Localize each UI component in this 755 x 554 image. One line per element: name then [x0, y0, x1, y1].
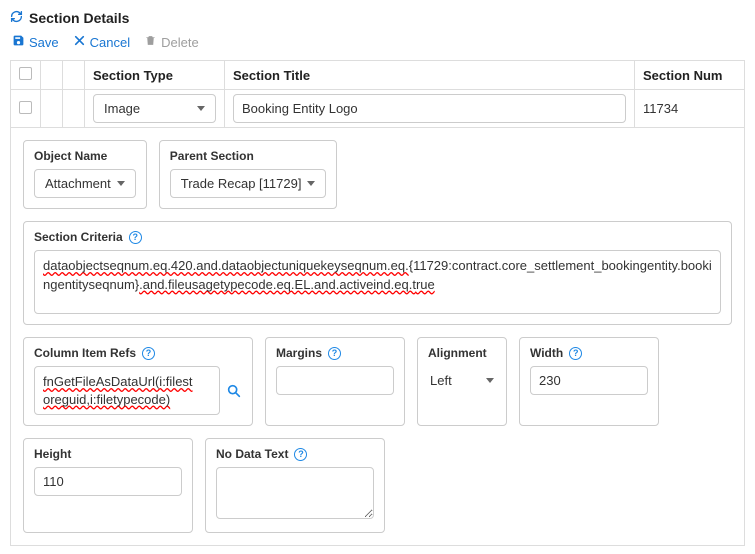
refresh-icon[interactable] [10, 10, 23, 26]
page-title: Section Details [29, 10, 129, 26]
table-row: Image 11734 [11, 90, 745, 128]
no-data-text-textarea[interactable] [216, 467, 374, 519]
object-name-label: Object Name [34, 149, 136, 163]
chevron-down-icon [307, 181, 315, 186]
parent-section-dropdown[interactable]: Trade Recap [11729] [170, 169, 327, 198]
section-num-value: 11734 [635, 90, 745, 128]
alignment-label: Alignment [428, 346, 496, 360]
width-input[interactable] [530, 366, 648, 395]
section-criteria-label: Section Criteria [34, 230, 123, 244]
section-table: Section Type Section Title Section Num I… [10, 60, 745, 128]
width-label: Width [530, 346, 563, 360]
no-data-text-label: No Data Text [216, 447, 288, 461]
chevron-down-icon [197, 106, 205, 111]
no-data-text-field: No Data Text ? [205, 438, 385, 533]
spacer-col [63, 61, 85, 90]
row-checkbox[interactable] [19, 101, 32, 114]
section-type-value: Image [104, 101, 140, 116]
help-icon[interactable]: ? [142, 347, 155, 360]
column-item-refs-label: Column Item Refs [34, 346, 136, 360]
trash-icon [144, 34, 157, 50]
chevron-down-icon [117, 181, 125, 186]
width-field: Width ? [519, 337, 659, 426]
save-label: Save [29, 35, 59, 50]
help-icon[interactable]: ? [569, 347, 582, 360]
height-input[interactable] [34, 467, 182, 496]
help-icon[interactable]: ? [129, 231, 142, 244]
delete-button[interactable]: Delete [144, 34, 199, 50]
spacer-col [41, 61, 63, 90]
section-criteria-field: Section Criteria ? dataobjectseqnum.eq.4… [23, 221, 732, 325]
object-name-field: Object Name Attachment [23, 140, 147, 209]
close-icon [73, 34, 86, 50]
table-header-row: Section Type Section Title Section Num [11, 61, 745, 90]
object-name-dropdown[interactable]: Attachment [34, 169, 136, 198]
help-icon[interactable]: ? [328, 347, 341, 360]
object-name-value: Attachment [45, 176, 111, 191]
save-button[interactable]: Save [12, 34, 59, 50]
margins-input[interactable] [276, 366, 394, 395]
height-field: Height [23, 438, 193, 533]
margins-label: Margins [276, 346, 322, 360]
alignment-value: Left [430, 373, 452, 388]
cancel-button[interactable]: Cancel [73, 34, 130, 50]
parent-section-field: Parent Section Trade Recap [11729] [159, 140, 338, 209]
col-section-type: Section Type [85, 61, 225, 90]
cancel-label: Cancel [90, 35, 130, 50]
select-all-checkbox[interactable] [19, 67, 32, 80]
detail-panel: Object Name Attachment Parent Section Tr… [10, 128, 745, 546]
delete-label: Delete [161, 35, 199, 50]
height-label: Height [34, 447, 182, 461]
section-type-dropdown[interactable]: Image [93, 94, 216, 123]
col-section-title: Section Title [225, 61, 635, 90]
save-icon [12, 34, 25, 50]
chevron-down-icon [486, 378, 494, 383]
parent-section-value: Trade Recap [11729] [181, 176, 302, 191]
search-icon[interactable] [226, 383, 242, 399]
column-item-refs-input[interactable]: fnGetFileAsDataUrl(i:filestoreguid,i:fil… [34, 366, 220, 415]
page-header: Section Details [10, 10, 745, 26]
section-title-input[interactable] [233, 94, 626, 123]
toolbar: Save Cancel Delete [10, 34, 745, 50]
parent-section-label: Parent Section [170, 149, 327, 163]
help-icon[interactable]: ? [294, 448, 307, 461]
alignment-dropdown[interactable]: Left [428, 366, 496, 394]
column-item-refs-field: Column Item Refs ? fnGetFileAsDataUrl(i:… [23, 337, 253, 426]
margins-field: Margins ? [265, 337, 405, 426]
section-criteria-textarea[interactable]: dataobjectseqnum.eq.420.and.dataobjectun… [34, 250, 721, 314]
col-section-num: Section Num [635, 61, 745, 90]
alignment-field: Alignment Left [417, 337, 507, 426]
